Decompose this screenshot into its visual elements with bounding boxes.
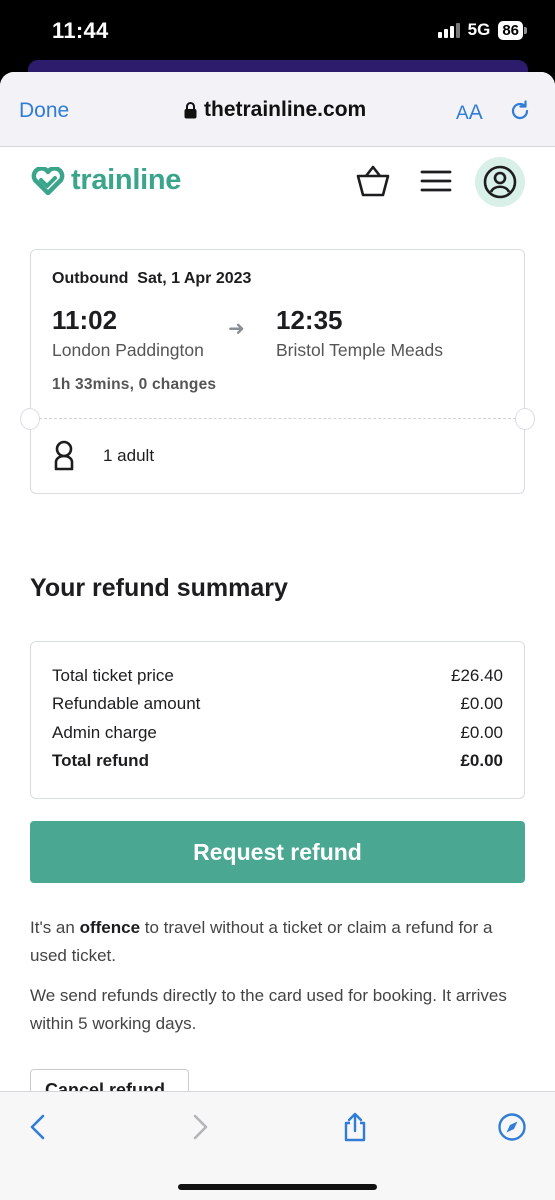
arrow-right-icon: ➜ bbox=[228, 318, 245, 340]
departure-time: 11:02 bbox=[52, 305, 118, 335]
reload-icon[interactable] bbox=[508, 99, 532, 123]
refund-info-notice: We send refunds directly to the card use… bbox=[30, 986, 507, 1033]
departure-station: London Paddington bbox=[52, 340, 204, 360]
logo-text: trainline bbox=[71, 164, 182, 196]
notice-text: It's an bbox=[30, 918, 80, 937]
refund-summary-title: Your refund summary bbox=[30, 574, 288, 602]
done-button[interactable]: Done bbox=[19, 99, 69, 123]
text-size-button[interactable]: AA bbox=[456, 101, 483, 125]
passenger-count: 1 adult bbox=[103, 446, 155, 465]
account-button[interactable] bbox=[475, 157, 525, 207]
summary-label: Total refund bbox=[52, 751, 149, 770]
summary-row-refundable-amount: Refundable amount £0.00 bbox=[52, 694, 503, 714]
summary-value: £0.00 bbox=[460, 751, 503, 770]
network-label: 5G bbox=[467, 20, 491, 39]
journey-duration: 1h 33mins, 0 changes bbox=[52, 376, 217, 393]
account-icon bbox=[483, 165, 517, 199]
summary-label: Admin charge bbox=[52, 723, 157, 742]
ticket-notch-right bbox=[515, 408, 535, 430]
signal-icon bbox=[437, 22, 460, 38]
journey-direction-date: Outbound Sat, 1 Apr 2023 bbox=[52, 270, 252, 287]
trainline-logo[interactable]: trainline bbox=[31, 164, 181, 197]
journey-card: Outbound Sat, 1 Apr 2023 11:02 London Pa… bbox=[20, 249, 535, 494]
aa-small: A bbox=[456, 103, 469, 124]
notice-bold-text: offence bbox=[79, 918, 141, 937]
offence-notice: It's an offence to travel without a tick… bbox=[30, 914, 525, 970]
basket-icon[interactable] bbox=[355, 165, 391, 197]
browser-toolbar bbox=[0, 1091, 555, 1200]
browser-sheet: Done thetrainline.com AA trainline Outbo… bbox=[0, 72, 555, 1200]
request-refund-button[interactable]: Request refund bbox=[30, 821, 525, 883]
back-icon[interactable] bbox=[24, 1112, 54, 1142]
forward-icon[interactable] bbox=[184, 1112, 214, 1142]
browser-address-bar: Done thetrainline.com AA bbox=[0, 72, 555, 147]
summary-value: £26.40 bbox=[451, 666, 503, 685]
share-icon[interactable] bbox=[340, 1112, 370, 1142]
site-header: trainline bbox=[0, 147, 555, 227]
home-indicator bbox=[178, 1184, 377, 1190]
trainline-heart-icon bbox=[31, 166, 65, 195]
summary-label: Refundable amount bbox=[52, 694, 201, 713]
summary-row-total-refund: Total refund £0.00 bbox=[52, 751, 503, 771]
ticket-divider bbox=[39, 418, 516, 419]
aa-big: A bbox=[468, 101, 483, 124]
ticket-notch-left bbox=[20, 408, 40, 430]
status-bar: 11:44 5G 86 bbox=[0, 0, 555, 62]
url-text: thetrainline.com bbox=[204, 98, 367, 121]
compass-icon[interactable] bbox=[497, 1112, 527, 1142]
summary-value: £0.00 bbox=[460, 723, 503, 742]
battery-level: 86 bbox=[498, 20, 523, 40]
lock-icon bbox=[184, 102, 197, 119]
passenger-icon bbox=[54, 440, 74, 471]
refund-summary-box: Total ticket price £26.40 Refundable amo… bbox=[30, 641, 525, 799]
battery-icon: 86 bbox=[498, 20, 527, 40]
summary-row-admin-charge: Admin charge £0.00 bbox=[52, 723, 503, 743]
status-time: 11:44 bbox=[52, 18, 109, 43]
status-indicators: 5G 86 bbox=[437, 20, 527, 40]
arrival-station: Bristol Temple Meads bbox=[276, 340, 443, 360]
summary-label: Total ticket price bbox=[52, 666, 174, 685]
summary-value: £0.00 bbox=[460, 694, 503, 713]
menu-icon[interactable] bbox=[420, 169, 452, 193]
summary-row-total-ticket-price: Total ticket price £26.40 bbox=[52, 666, 503, 686]
url-display[interactable]: thetrainline.com bbox=[184, 98, 366, 122]
arrival-time: 12:35 bbox=[276, 305, 343, 335]
